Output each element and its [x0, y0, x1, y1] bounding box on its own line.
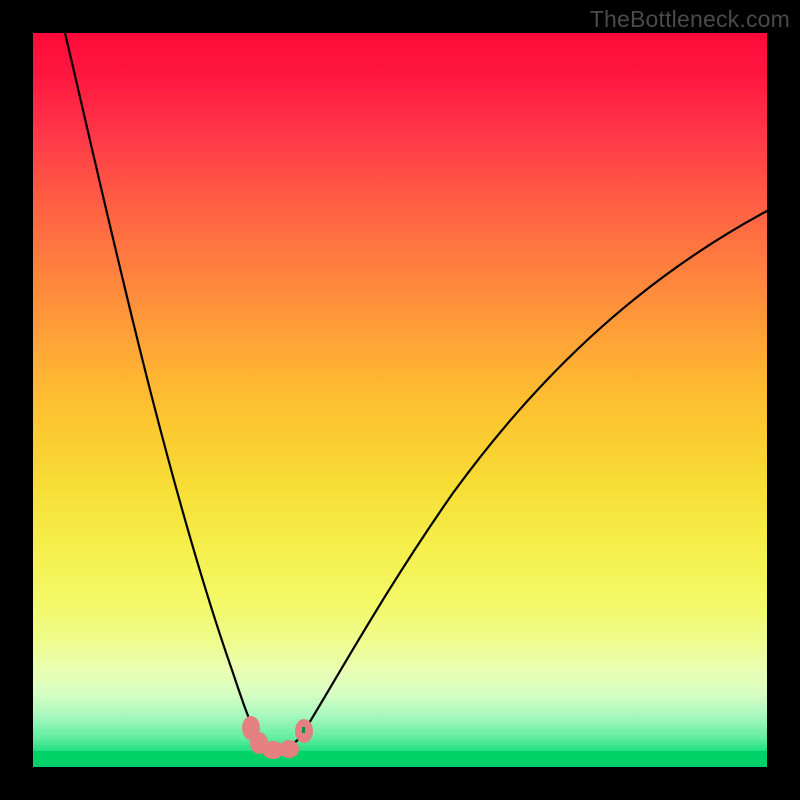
watermark-text: TheBottleneck.com [590, 6, 790, 33]
chart-plot-area [33, 33, 767, 767]
curve-right-branch [303, 211, 767, 733]
bottleneck-curve [33, 33, 767, 767]
curve-left-branch [65, 33, 259, 739]
marker-dot [242, 716, 260, 740]
curve-edge-tick [302, 727, 305, 733]
marker-dot [295, 719, 313, 743]
curve-valley [259, 733, 303, 748]
optimal-zone-band [33, 751, 767, 767]
